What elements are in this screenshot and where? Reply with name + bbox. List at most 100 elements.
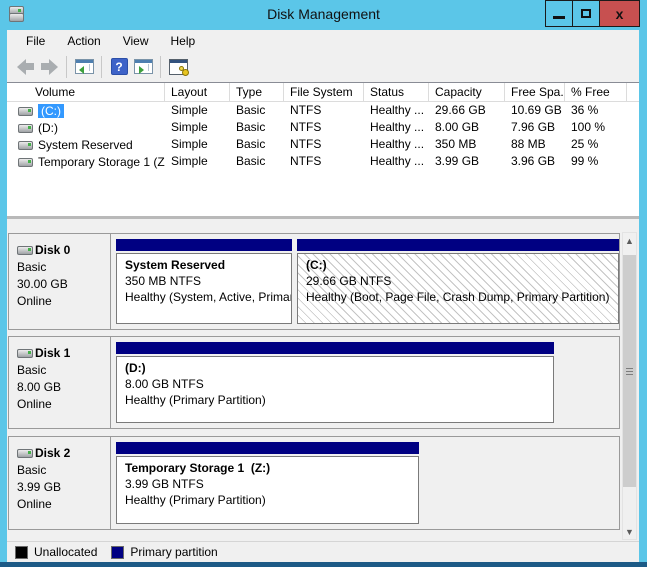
partition-name: (C:) xyxy=(306,257,618,273)
status-cell: Healthy ... xyxy=(364,102,429,119)
disk1-name-line: Disk 1 xyxy=(17,345,110,362)
volume-icon xyxy=(18,106,33,117)
back-button[interactable] xyxy=(13,55,37,79)
scrollbar-grip-icon xyxy=(626,368,633,377)
column-header-volume[interactable]: Volume xyxy=(7,83,165,102)
disk-properties-button[interactable] xyxy=(166,55,190,79)
maximize-button[interactable] xyxy=(572,0,600,27)
help-button[interactable]: ? xyxy=(107,55,131,79)
scrollbar-thumb[interactable] xyxy=(623,255,636,487)
partition-c-selected[interactable]: (C:) 29.66 GB NTFS Healthy (Boot, Page F… xyxy=(297,239,619,324)
disk-icon xyxy=(17,245,32,256)
file-system-cell: NTFS xyxy=(284,153,364,170)
disk-row-1: Disk 1 Basic 8.00 GB Online (D:) 8.00 GB… xyxy=(8,336,620,429)
disk-properties-icon xyxy=(169,59,188,75)
disk2-label[interactable]: Disk 2 Basic 3.99 GB Online xyxy=(9,437,111,529)
volume-list-pane: Volume Layout Type File System Status Ca… xyxy=(7,82,639,216)
disk1-label[interactable]: Disk 1 Basic 8.00 GB Online xyxy=(9,337,111,428)
status-cell: Healthy ... xyxy=(364,136,429,153)
toolbar-separator xyxy=(66,56,67,78)
disk0-label[interactable]: Disk 0 Basic 30.00 GB Online xyxy=(9,234,111,329)
layout-cell: Simple xyxy=(165,119,230,136)
volume-row-c[interactable]: (C:) Simple Basic NTFS Healthy ... 29.66… xyxy=(7,102,639,119)
disk-type: Basic xyxy=(17,259,110,276)
console-tree-icon xyxy=(75,59,94,74)
partition-size: 3.99 GB NTFS xyxy=(125,476,418,492)
volume-row-d[interactable]: (D:) Simple Basic NTFS Healthy ... 8.00 … xyxy=(7,119,639,136)
column-header-type[interactable]: Type xyxy=(230,83,284,102)
volume-icon xyxy=(18,157,33,168)
column-header-capacity[interactable]: Capacity xyxy=(429,83,505,102)
volume-row-system-reserved[interactable]: System Reserved Simple Basic NTFS Health… xyxy=(7,136,639,153)
minimize-button[interactable] xyxy=(545,0,573,27)
partition-name: Temporary Storage 1 (Z:) xyxy=(125,460,418,476)
show-console-tree-button[interactable] xyxy=(72,55,96,79)
disk0-name-line: Disk 0 xyxy=(17,242,110,259)
partition-system-reserved[interactable]: System Reserved 350 MB NTFS Healthy (Sys… xyxy=(116,239,292,324)
action-pane-icon xyxy=(134,59,153,74)
volume-table-header: Volume Layout Type File System Status Ca… xyxy=(7,83,639,102)
status-cell: Healthy ... xyxy=(364,119,429,136)
forward-button[interactable] xyxy=(37,55,61,79)
free-space-cell: 88 MB xyxy=(505,136,565,153)
volume-label: (D:) xyxy=(38,121,58,135)
pct-free-cell: 100 % xyxy=(565,119,627,136)
maximize-icon xyxy=(581,9,591,18)
legend-bar: Unallocated Primary partition xyxy=(7,541,639,564)
type-cell: Basic xyxy=(230,136,284,153)
forward-arrow-icon xyxy=(41,59,58,75)
close-button[interactable]: x xyxy=(599,0,640,27)
minimize-icon xyxy=(553,16,565,19)
volume-icon xyxy=(18,123,33,134)
menu-view[interactable]: View xyxy=(112,32,160,50)
pane-splitter[interactable] xyxy=(7,216,639,230)
legend-unallocated-label: Unallocated xyxy=(34,545,97,559)
free-space-cell: 3.96 GB xyxy=(505,153,565,170)
column-header-status[interactable]: Status xyxy=(364,83,429,102)
column-header-free-space[interactable]: Free Spa... xyxy=(505,83,565,102)
help-icon: ? xyxy=(111,58,128,75)
toolbar-separator xyxy=(160,56,161,78)
partition-z[interactable]: Temporary Storage 1 (Z:) 3.99 GB NTFS He… xyxy=(116,442,419,524)
toolbar: ? xyxy=(7,51,639,82)
legend-primary-partition-label: Primary partition xyxy=(130,545,217,559)
volume-name-cell[interactable]: (D:) xyxy=(7,119,165,136)
type-cell: Basic xyxy=(230,153,284,170)
volume-label-selected: (C:) xyxy=(38,104,64,118)
partition-size: 8.00 GB NTFS xyxy=(125,376,553,392)
disk-name: Disk 1 xyxy=(35,345,70,362)
disk-size: 3.99 GB xyxy=(17,479,110,496)
disk-row-0: Disk 0 Basic 30.00 GB Online System Rese… xyxy=(8,233,620,330)
pct-free-cell: 25 % xyxy=(565,136,627,153)
window-bottom-edge xyxy=(0,562,647,567)
volume-label: Temporary Storage 1 (Z:) xyxy=(38,155,165,169)
column-header-layout[interactable]: Layout xyxy=(165,83,230,102)
disk2-name-line: Disk 2 xyxy=(17,445,110,462)
menu-file[interactable]: File xyxy=(15,32,56,50)
volume-name-cell[interactable]: System Reserved xyxy=(7,136,165,153)
menu-help[interactable]: Help xyxy=(160,32,207,50)
title-bar[interactable]: Disk Management x xyxy=(0,0,647,30)
column-header-pct-free[interactable]: % Free xyxy=(565,83,627,102)
volume-row-temporary-storage[interactable]: Temporary Storage 1 (Z:) Simple Basic NT… xyxy=(7,153,639,170)
primary-partition-color-bar xyxy=(297,239,619,251)
partition-health: Healthy (Primary Partition) xyxy=(125,492,418,508)
vertical-scrollbar[interactable]: ▲ ▼ xyxy=(622,232,637,540)
partition-name: System Reserved xyxy=(125,257,291,273)
primary-partition-swatch-icon xyxy=(111,546,124,559)
partition-info: System Reserved 350 MB NTFS Healthy (Sys… xyxy=(116,253,292,324)
disk-size: 8.00 GB xyxy=(17,379,110,396)
primary-partition-color-bar xyxy=(116,239,292,251)
show-action-pane-button[interactable] xyxy=(131,55,155,79)
scroll-down-button[interactable]: ▼ xyxy=(623,524,636,539)
volume-name-cell[interactable]: Temporary Storage 1 (Z:) xyxy=(7,153,165,170)
capacity-cell: 8.00 GB xyxy=(429,119,505,136)
column-header-file-system[interactable]: File System xyxy=(284,83,364,102)
partition-d[interactable]: (D:) 8.00 GB NTFS Healthy (Primary Parti… xyxy=(116,342,554,423)
disk-status: Online xyxy=(17,496,110,513)
menu-action[interactable]: Action xyxy=(56,32,111,50)
scroll-up-button[interactable]: ▲ xyxy=(623,233,636,248)
layout-cell: Simple xyxy=(165,136,230,153)
volume-name-cell[interactable]: (C:) xyxy=(7,102,165,119)
disk-size: 30.00 GB xyxy=(17,276,110,293)
